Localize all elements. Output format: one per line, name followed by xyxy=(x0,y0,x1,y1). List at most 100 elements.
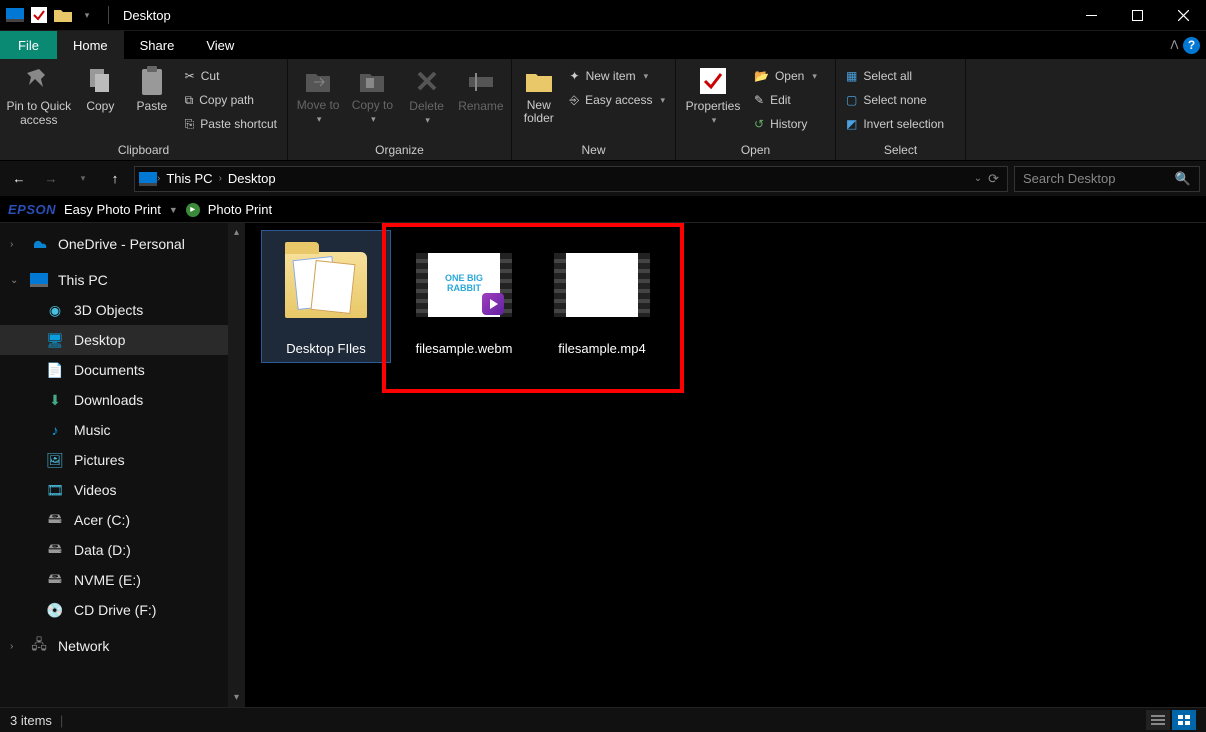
main-area: › OneDrive - Personal ⌄ This PC ◉3D Obje… xyxy=(0,223,1206,707)
search-placeholder: Search Desktop xyxy=(1023,171,1116,186)
drive-icon: 🖴 xyxy=(46,541,64,559)
sidebar-item-videos[interactable]: 🎞Videos xyxy=(0,475,245,505)
delete-button[interactable]: Delete▾ xyxy=(403,63,451,126)
paste-shortcut-button[interactable]: ⎘Paste shortcut xyxy=(181,113,281,135)
maximize-button[interactable] xyxy=(1114,0,1160,31)
file-item-mp4[interactable]: filesample.mp4 xyxy=(538,231,666,362)
copy-path-button[interactable]: ⧉Copy path xyxy=(181,89,281,111)
drive-icon: 🖴 xyxy=(46,571,64,589)
sidebar-scrollbar[interactable]: ▴ ▾ xyxy=(228,223,245,707)
copy-to-button[interactable]: Copy to▾ xyxy=(348,63,396,125)
rename-button[interactable]: Rename xyxy=(457,63,505,113)
icons-view-button[interactable] xyxy=(1172,710,1196,730)
sidebar-item-documents[interactable]: 📄Documents xyxy=(0,355,245,385)
select-all-button[interactable]: ▦Select all xyxy=(842,65,948,87)
sidebar-item-nvme[interactable]: 🖴NVME (E:) xyxy=(0,565,245,595)
refresh-icon[interactable]: ⟳ xyxy=(988,171,999,187)
scroll-up-icon[interactable]: ▴ xyxy=(229,225,244,240)
cd-icon: 💿 xyxy=(46,601,64,619)
move-to-icon xyxy=(302,65,334,97)
group-label-new: New xyxy=(518,141,669,160)
qat-dropdown-icon[interactable]: ▾ xyxy=(76,4,98,26)
tab-view[interactable]: View xyxy=(190,31,250,59)
epson-toolbar: EPSON Easy Photo Print ▼ ▸ Photo Print xyxy=(0,197,1206,223)
navigation-bar: ← → ▾ ↑ › This PC › Desktop ⌄ ⟳ Search D… xyxy=(0,161,1206,197)
sidebar-item-acer[interactable]: 🖴Acer (C:) xyxy=(0,505,245,535)
scissors-icon: ✂ xyxy=(185,69,195,83)
address-dropdown-icon[interactable]: ⌄ xyxy=(974,173,982,184)
folder-qat-icon[interactable] xyxy=(52,4,74,26)
minimize-button[interactable] xyxy=(1068,0,1114,31)
paste-icon xyxy=(136,65,168,97)
easy-access-button[interactable]: ⎆Easy access▾ xyxy=(566,89,670,111)
navigation-pane: › OneDrive - Personal ⌄ This PC ◉3D Obje… xyxy=(0,223,246,707)
new-item-button[interactable]: ✦New item▾ xyxy=(566,65,670,87)
tab-home[interactable]: Home xyxy=(57,31,124,59)
file-item-folder[interactable]: Desktop FIles xyxy=(262,231,390,362)
pictures-icon: 🖼 xyxy=(46,451,64,469)
back-button[interactable]: ← xyxy=(6,166,32,192)
sidebar-item-3dobjects[interactable]: ◉3D Objects xyxy=(0,295,245,325)
address-bar[interactable]: › This PC › Desktop ⌄ ⟳ xyxy=(134,166,1008,192)
open-button[interactable]: 📂Open▾ xyxy=(750,65,821,87)
ribbon-tabs: File Home Share View 𐌡 ? xyxy=(0,31,1206,59)
sidebar-item-data[interactable]: 🖴Data (D:) xyxy=(0,535,245,565)
select-none-button[interactable]: ▢Select none xyxy=(842,89,948,111)
sidebar-item-music[interactable]: ♪Music xyxy=(0,415,245,445)
search-input[interactable]: Search Desktop 🔍 xyxy=(1014,166,1200,192)
breadcrumb-current[interactable]: Desktop xyxy=(222,171,282,186)
pin-to-quick-access-button[interactable]: Pin to Quick access xyxy=(6,63,72,128)
sidebar-item-thispc[interactable]: ⌄ This PC xyxy=(0,265,245,295)
objects3d-icon: ◉ xyxy=(46,301,64,319)
sidebar-item-onedrive[interactable]: › OneDrive - Personal xyxy=(0,229,245,259)
invert-selection-button[interactable]: ◩Invert selection xyxy=(842,113,948,135)
shortcut-icon: ⎘ xyxy=(185,117,195,132)
group-label-select: Select xyxy=(842,141,959,160)
easy-photo-print-button[interactable]: Easy Photo Print xyxy=(64,202,161,217)
sidebar-item-network[interactable]: › 🖧Network xyxy=(0,631,245,661)
title-bar: ▾ Desktop xyxy=(0,0,1206,31)
forward-button[interactable]: → xyxy=(38,166,64,192)
new-folder-button[interactable]: New folder xyxy=(518,63,560,125)
history-button[interactable]: ↺History xyxy=(750,113,821,135)
paste-button[interactable]: Paste xyxy=(129,63,175,113)
edit-button[interactable]: ✎Edit xyxy=(750,89,821,111)
file-view[interactable]: Desktop FIles ONE BIG RABBIT filesample.… xyxy=(246,223,1206,707)
sidebar-item-desktop[interactable]: 🖥Desktop xyxy=(0,325,245,355)
help-icon[interactable]: ? xyxy=(1183,37,1200,54)
chevron-right-icon[interactable]: › xyxy=(10,641,13,652)
sidebar-item-cd[interactable]: 💿CD Drive (F:) xyxy=(0,595,245,625)
up-button[interactable]: ↑ xyxy=(102,166,128,192)
cut-button[interactable]: ✂Cut xyxy=(181,65,281,87)
network-icon: 🖧 xyxy=(30,637,48,655)
details-view-button[interactable] xyxy=(1146,710,1170,730)
epson-dropdown-icon[interactable]: ▼ xyxy=(169,205,178,215)
move-to-button[interactable]: Move to▾ xyxy=(294,63,342,125)
window-title: Desktop xyxy=(123,8,171,23)
tab-file[interactable]: File xyxy=(0,31,57,59)
edit-icon: ✎ xyxy=(754,93,764,107)
downloads-icon: ⬇ xyxy=(46,391,64,409)
collapse-ribbon-icon[interactable]: 𐌡 xyxy=(1170,38,1179,52)
breadcrumb-root[interactable]: This PC xyxy=(160,171,218,186)
recent-dropdown[interactable]: ▾ xyxy=(70,166,96,192)
scroll-down-icon[interactable]: ▾ xyxy=(229,690,244,705)
sidebar-item-downloads[interactable]: ⬇Downloads xyxy=(0,385,245,415)
copy-icon xyxy=(84,65,116,97)
search-icon: 🔍 xyxy=(1175,171,1191,187)
open-icon: 📂 xyxy=(754,69,769,83)
sidebar-item-pictures[interactable]: 🖼Pictures xyxy=(0,445,245,475)
select-none-icon: ▢ xyxy=(846,93,857,107)
epson-logo: EPSON xyxy=(8,202,56,217)
documents-icon: 📄 xyxy=(46,361,64,379)
properties-icon xyxy=(697,65,729,97)
photo-print-button[interactable]: Photo Print xyxy=(208,202,272,217)
tab-share[interactable]: Share xyxy=(124,31,191,59)
properties-button[interactable]: Properties▾ xyxy=(682,63,744,126)
chevron-down-icon[interactable]: ⌄ xyxy=(10,275,18,286)
copy-button[interactable]: Copy xyxy=(78,63,124,113)
properties-qat-icon[interactable] xyxy=(28,4,50,26)
chevron-right-icon[interactable]: › xyxy=(10,239,13,250)
close-button[interactable] xyxy=(1160,0,1206,31)
file-item-webm[interactable]: ONE BIG RABBIT filesample.webm xyxy=(400,231,528,362)
